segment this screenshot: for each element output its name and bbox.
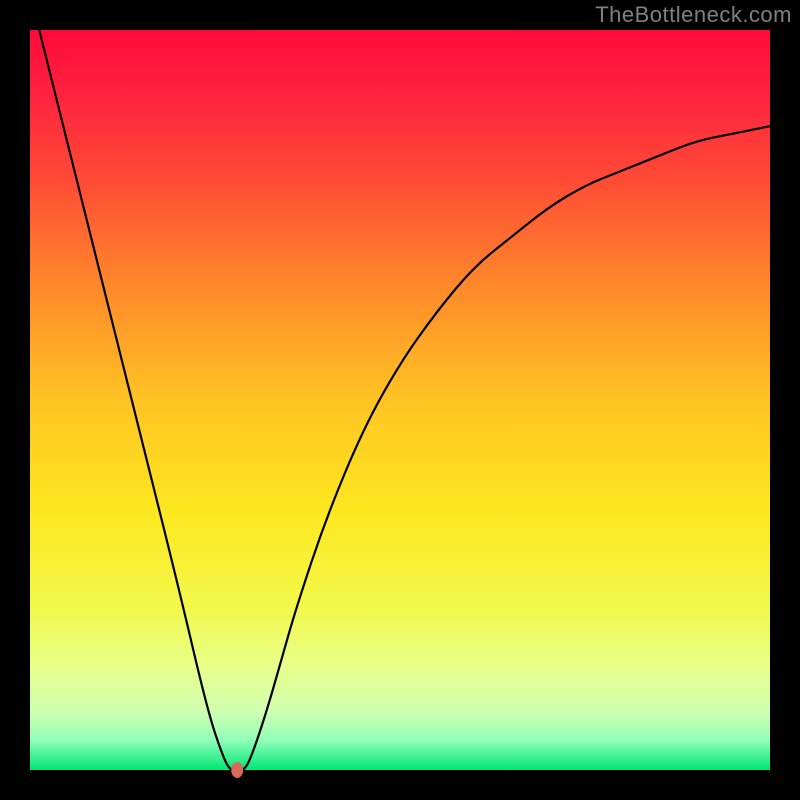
plot-background — [30, 30, 770, 770]
chart-container: TheBottleneck.com — [0, 0, 800, 800]
bottleneck-chart — [0, 0, 800, 800]
minimum-marker — [231, 762, 243, 778]
watermark-text: TheBottleneck.com — [595, 2, 792, 28]
